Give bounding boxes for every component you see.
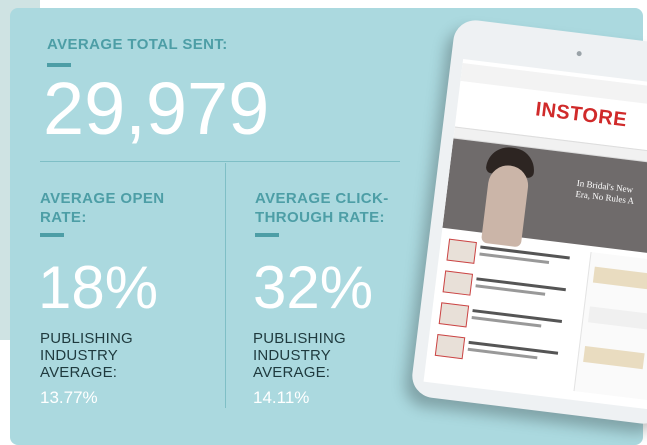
accent-dash (40, 233, 64, 237)
horizontal-divider (40, 161, 400, 162)
click-rate-label-line1: AVERAGE CLICK- (255, 190, 389, 207)
click-rate-benchmark-value: 14.11% (253, 388, 310, 407)
camera-icon (576, 50, 582, 57)
benchmark-line3: AVERAGE: (253, 364, 331, 381)
click-rate-value: 32% (253, 254, 374, 321)
benchmark-line2: INDUSTRY (40, 347, 118, 364)
vertical-divider (225, 163, 226, 408)
benchmark-line1: PUBLISHING (40, 330, 133, 347)
article-row (434, 333, 567, 372)
open-rate-label: AVERAGE OPEN RATE: (40, 189, 165, 227)
benchmark-line3: AVERAGE: (40, 364, 118, 381)
click-rate-label: AVERAGE CLICK- THROUGH RATE: (255, 189, 389, 227)
article-thumb (438, 302, 470, 328)
open-rate-label-line1: AVERAGE OPEN (40, 190, 165, 207)
open-rate-benchmark-value: 13.77% (40, 388, 98, 407)
total-sent-value: 29,979 (43, 67, 270, 150)
click-rate-benchmark-label: PUBLISHING INDUSTRY AVERAGE: (253, 330, 346, 381)
article-thumb (434, 333, 466, 360)
benchmark-line2: INDUSTRY (253, 347, 331, 364)
benchmark-line1: PUBLISHING (253, 330, 346, 347)
site-logo: INSTORE (534, 98, 629, 132)
total-sent-label: AVERAGE TOTAL SENT: (47, 36, 228, 53)
accent-dash (255, 233, 279, 237)
article-thumb (446, 238, 477, 264)
click-rate-label-line2: THROUGH RATE: (255, 209, 385, 226)
tablet-screen: INSTORE In Bridal's New Era, No Rules A (423, 59, 647, 410)
open-rate-value: 18% (38, 254, 159, 321)
article-row (442, 270, 575, 308)
open-rate-label-line2: RATE: (40, 209, 87, 226)
article-row (438, 302, 571, 340)
article-thumb (442, 270, 474, 296)
open-rate-benchmark-label: PUBLISHING INDUSTRY AVERAGE: (40, 330, 133, 381)
